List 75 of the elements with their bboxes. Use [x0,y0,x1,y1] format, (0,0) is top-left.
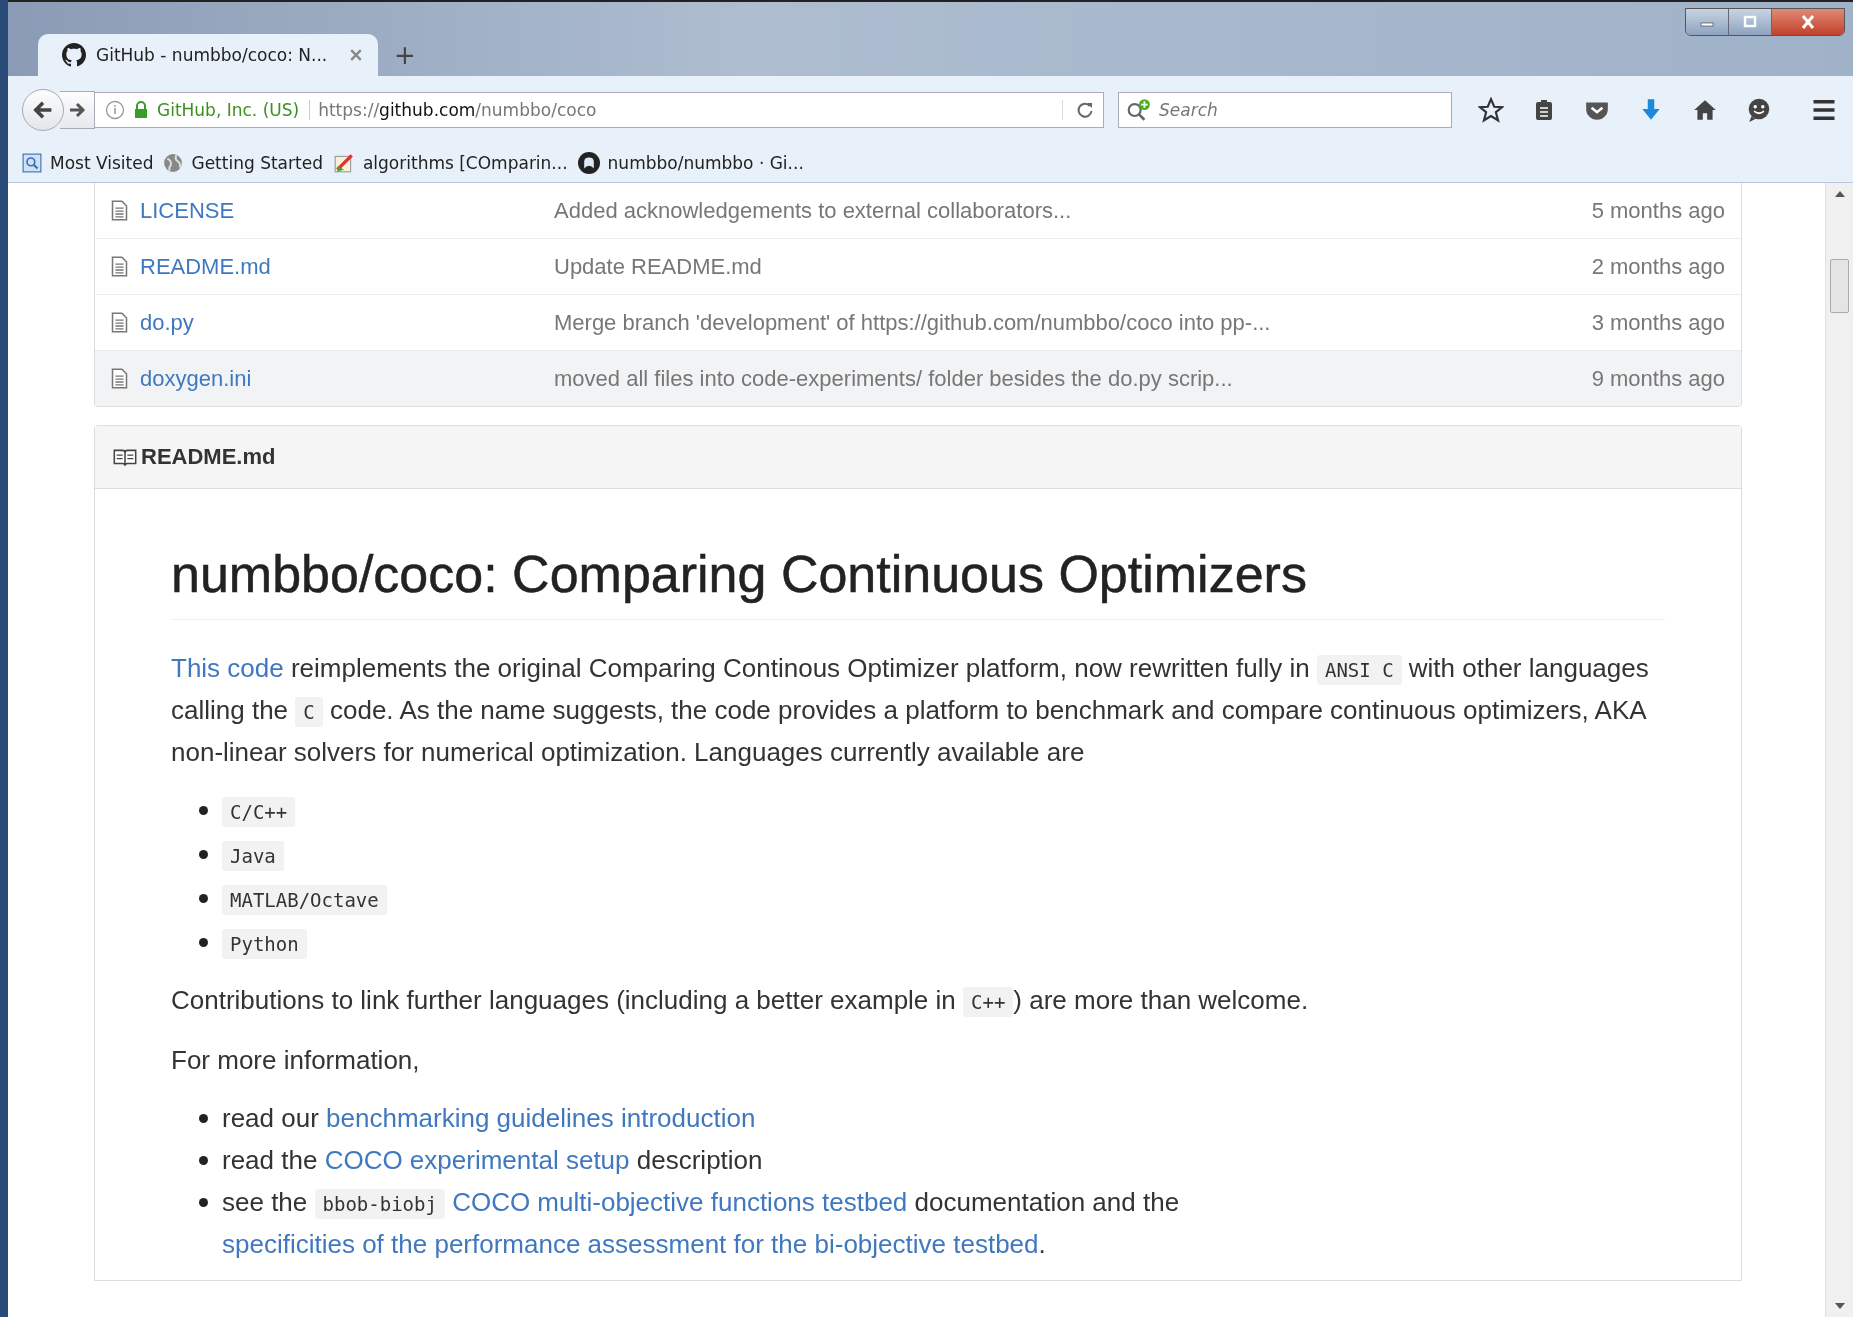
minimize-button[interactable] [1686,9,1729,35]
file-link[interactable]: doxygen.ini [140,365,554,392]
star-icon[interactable] [1478,97,1504,123]
list-item: Java [222,833,1665,876]
list-item: read our benchmarking guidelines introduction [222,1101,757,1135]
browser-tab[interactable]: GitHub - numbbo/coco: N... [38,34,378,76]
bookmark[interactable]: Getting Started [163,153,323,173]
close-icon[interactable] [350,49,362,61]
list-item: Python [222,921,1665,964]
file-icon [111,312,128,333]
forward-button[interactable] [60,91,95,129]
commit-message[interactable]: Merge branch 'development' of https://github.com/numbbo/coco into pp-... [554,309,1592,336]
cat-logo-icon [577,152,600,174]
search-field[interactable]: Search [1118,92,1452,128]
commit-age: 9 months ago [1591,365,1725,392]
bullet [199,805,208,815]
bullet [199,937,208,947]
link[interactable]: benchmarking guidelines introduction [326,1102,756,1133]
lock-icon [133,101,149,119]
bookmark[interactable]: numbbo/numbbo · Gi... [577,152,804,174]
list-item: read the COCO experimental setup description [222,1143,764,1177]
address-bar[interactable]: GitHub, Inc. (US) https://github.com/numbbo/coco [95,92,1104,128]
list-item: MATLAB/Octave [222,877,1665,920]
readme-title: numbbo/coco: Comparing Continuous Optimizers [171,541,1665,620]
commit-age: 5 months ago [1591,197,1725,224]
list-item: see the bbob-biobj COCO multi-objective functions testbed documentation and the specificities of the performance assessment for the bi-objective testbed. [222,1185,1181,1261]
chat-icon[interactable] [1746,97,1772,123]
file-link[interactable]: LICENSE [140,197,554,224]
paragraph: This code reimplements the original Comparing Continous Optimizer platform, now rewritten fully in ANSI C with other languages calling the C code. As the name suggests, the code provides a platform to benchmark and compare continuous optimizers, AKA non-linear solvers for numerical optimization. Languages currently available are [171,651,1650,769]
bullet [199,893,208,903]
pencil-icon [332,152,355,174]
file-row[interactable]: doxygen.ini moved all files into code-experiments/ folder besides the do.py scrip... 9 months ago [95,350,1741,406]
globe-icon [163,153,184,173]
file-row[interactable]: LICENSE Added acknowledgements to external collaborators... 5 months ago [95,183,1741,238]
url-text[interactable]: https://github.com/numbbo/coco [318,100,1054,120]
file-link[interactable]: README.md [140,253,554,280]
reload-icon[interactable] [1062,100,1095,120]
link[interactable]: This code [171,652,284,683]
commit-message[interactable]: Added acknowledgements to external collaborators... [554,197,1592,224]
info-icon[interactable] [105,100,125,120]
maximize-button[interactable] [1729,9,1772,35]
bookmark[interactable]: algorithms [COmparin... [332,152,568,174]
readme-filename: README.md [141,444,276,470]
bullet [199,1197,208,1207]
bookmark[interactable]: Most Visited [22,153,154,173]
scroll-down-icon[interactable] [1834,1303,1845,1309]
book-icon [113,447,137,467]
paragraph: For more information, [171,1043,421,1077]
scroll-up-icon[interactable] [1834,191,1845,197]
link[interactable]: specificities of the performance assessment for the bi-objective testbed [222,1228,1039,1259]
forward-arrow-icon[interactable] [67,100,87,120]
file-link[interactable]: do.py [140,309,554,336]
paragraph: Contributions to link further languages (including a better example in C++ ) are more than welcome. [171,983,1310,1019]
scroll-thumb[interactable] [1830,259,1849,313]
page-icon [22,153,42,173]
file-icon [111,256,128,277]
link[interactable]: COCO multi-objective functions testbed [452,1186,908,1217]
commit-message[interactable]: moved all files into code-experiments/ folder besides the do.py scrip... [554,365,1592,392]
close-button[interactable] [1772,9,1844,35]
commit-age: 3 months ago [1591,309,1725,336]
back-button[interactable] [22,89,64,131]
bullet [199,1113,208,1123]
new-tab-button[interactable]: + [394,42,416,68]
link[interactable]: COCO experimental setup [324,1144,630,1175]
commit-age: 2 months ago [1591,253,1725,280]
cat-logo-icon [62,43,86,67]
file-row[interactable]: README.md Update README.md 2 months ago [95,238,1741,294]
site-identity[interactable]: GitHub, Inc. (US) [157,100,311,120]
bullet [199,849,208,859]
scrollbar[interactable] [1825,183,1853,1317]
list-item: C/C++ [222,789,1665,832]
bullet [199,1155,208,1165]
file-icon [111,200,128,221]
commit-message[interactable]: Update README.md [554,253,1592,280]
file-icon [111,368,128,389]
